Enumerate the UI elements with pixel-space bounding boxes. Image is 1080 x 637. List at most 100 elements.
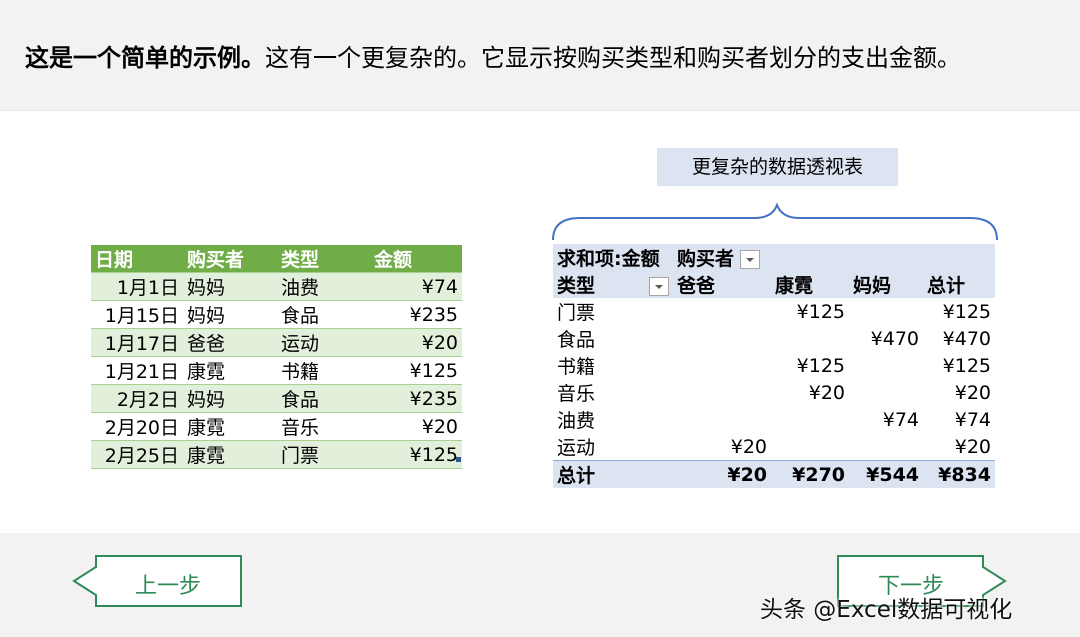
cell-date[interactable]: 1月15日 [91,300,183,329]
pivot-col-header[interactable]: 妈妈 [849,271,924,298]
pivot-cell[interactable] [849,298,923,325]
pivot-cell[interactable] [673,352,771,379]
pivot-cell[interactable]: ¥125 [771,352,849,379]
cell-date[interactable]: 2月25日 [91,440,183,469]
pivot-column-header-row: 类型 爸爸 康霓 妈妈 总计 [553,271,995,298]
pivot-col-header[interactable]: 康霓 [771,271,850,298]
pivot-row: 食品 ¥470 ¥470 [553,325,995,352]
pivot-cell[interactable]: ¥470 [849,325,923,352]
pivot-total-cell[interactable]: ¥544 [849,460,924,488]
cell-buyer[interactable]: 康霓 [183,356,277,385]
cell-date[interactable]: 1月17日 [91,328,183,357]
cell-date[interactable]: 2月2日 [91,384,183,413]
pivot-header-empty [849,244,924,271]
table-row: 2月25日 康霓 门票 ¥125 [91,440,462,469]
table-row: 1月15日 妈妈 食品 ¥235 [91,300,462,329]
pivot-column-field-label: 购买者 [677,248,735,270]
cell-type[interactable]: 食品 [277,300,370,329]
pivot-cell[interactable]: ¥74 [849,406,923,433]
cell-amount[interactable]: ¥235 [370,384,462,413]
cell-buyer[interactable]: 爸爸 [183,328,277,357]
pivot-row-field-label: 类型 [557,275,596,297]
pivot-cell[interactable] [673,325,771,352]
cell-amount[interactable]: ¥125 [370,440,462,469]
pivot-row-label[interactable]: 食品 [553,325,673,352]
pivot-cell[interactable] [673,379,771,406]
pivot-cell[interactable] [849,379,923,406]
pivot-cell[interactable] [849,352,923,379]
pivot-cell[interactable] [771,406,849,433]
pivot-cell[interactable]: ¥74 [923,406,995,433]
cell-type[interactable]: 门票 [277,440,370,469]
cell-amount[interactable]: ¥20 [370,328,462,357]
pivot-row: 油费 ¥74 ¥74 [553,406,995,433]
pivot-cell[interactable]: ¥470 [923,325,995,352]
pivot-row-field[interactable]: 类型 [553,271,674,298]
pivot-total-cell[interactable]: ¥20 [673,460,772,488]
source-table-header: 日期 购买者 类型 金额 [91,245,462,273]
pivot-row-label[interactable]: 音乐 [553,379,673,406]
pivot-row-label[interactable]: 运动 [553,433,673,461]
pivot-cell[interactable]: ¥125 [923,352,995,379]
pivot-cell[interactable]: ¥20 [923,379,995,406]
pivot-cell[interactable] [849,433,923,461]
pivot-total-label[interactable]: 总计 [553,460,674,488]
pivot-cell[interactable]: ¥125 [923,298,995,325]
cell-buyer[interactable]: 康霓 [183,412,277,441]
pivot-row-label[interactable]: 门票 [553,298,673,325]
pivot-column-field[interactable]: 购买者 [673,244,850,271]
pivot-cell[interactable] [771,433,849,461]
pivot-col-header[interactable]: 爸爸 [673,271,772,298]
cell-buyer[interactable]: 妈妈 [183,384,277,413]
header-amount: 金额 [370,245,462,273]
row-filter-dropdown-icon[interactable] [649,277,670,296]
cell-type[interactable]: 食品 [277,384,370,413]
pivot-col-header[interactable]: 总计 [923,271,995,298]
cell-amount[interactable]: ¥125 [370,356,462,385]
watermark: 头条 @Excel数据可视化 [760,597,1013,623]
cell-date[interactable]: 1月1日 [91,272,183,301]
pivot-cell[interactable] [673,298,771,325]
pivot-row: 门票 ¥125 ¥125 [553,298,995,325]
cell-type[interactable]: 运动 [277,328,370,357]
prev-button-label: 上一步 [134,574,201,599]
pivot-cell[interactable]: ¥20 [771,379,849,406]
cell-date[interactable]: 2月20日 [91,412,183,441]
pivot-total-row: 总计 ¥20 ¥270 ¥544 ¥834 [553,460,995,488]
pivot-cell[interactable] [673,406,771,433]
pivot-total-cell[interactable]: ¥834 [923,460,995,488]
table-resize-handle[interactable] [456,457,461,462]
pivot-value-label: 求和项:金额 [553,244,674,271]
table-row: 1月17日 爸爸 运动 ¥20 [91,328,462,357]
cell-type[interactable]: 音乐 [277,412,370,441]
pivot-row-label[interactable]: 油费 [553,406,673,433]
pivot-row-label[interactable]: 书籍 [553,352,673,379]
pivot-cell[interactable]: ¥125 [771,298,849,325]
cell-buyer[interactable]: 康霓 [183,440,277,469]
table-row: 1月21日 康霓 书籍 ¥125 [91,356,462,385]
pivot-cell[interactable] [771,325,849,352]
cell-buyer[interactable]: 妈妈 [183,272,277,301]
pivot-total-cell[interactable]: ¥270 [771,460,850,488]
cell-amount[interactable]: ¥20 [370,412,462,441]
prev-button[interactable]: 上一步 [72,555,244,610]
intro-text: 这是一个简单的示例。这有一个更复杂的。它显示按购买类型和购买者划分的支出金额。 [25,38,961,73]
cell-buyer[interactable]: 妈妈 [183,300,277,329]
table-row: 2月2日 妈妈 食品 ¥235 [91,384,462,413]
cell-type[interactable]: 油费 [277,272,370,301]
cell-date[interactable]: 1月21日 [91,356,183,385]
callout-label: 更复杂的数据透视表 [657,148,898,186]
cell-amount[interactable]: ¥235 [370,300,462,329]
table-row: 2月20日 康霓 音乐 ¥20 [91,412,462,441]
cell-amount[interactable]: ¥74 [370,272,462,301]
pivot-cell[interactable]: ¥20 [923,433,995,461]
pivot-table: 求和项:金额 购买者 类型 爸爸 康霓 妈妈 总计 门票 ¥125 ¥125 食… [553,244,995,488]
column-filter-dropdown-icon[interactable] [740,250,761,269]
source-table: 日期 购买者 类型 金额 1月1日 妈妈 油费 ¥74 1月15日 妈妈 食品 … [91,245,462,469]
pivot-cell[interactable]: ¥20 [673,433,771,461]
pivot-row: 音乐 ¥20 ¥20 [553,379,995,406]
intro-bold: 这是一个简单的示例。 [25,44,265,72]
cell-type[interactable]: 书籍 [277,356,370,385]
header-date: 日期 [91,245,183,273]
brace-shape [552,202,998,241]
